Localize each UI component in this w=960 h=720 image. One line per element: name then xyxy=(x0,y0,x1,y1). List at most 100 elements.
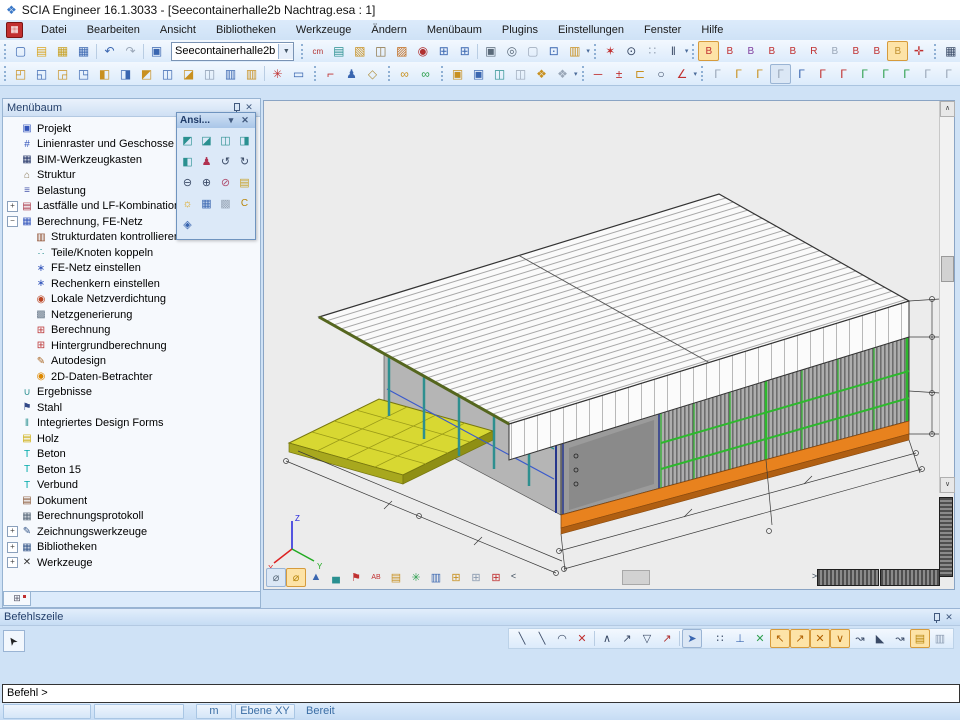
connect-1-icon[interactable]: ⌐ xyxy=(320,64,341,84)
line-red-icon[interactable]: ─ xyxy=(588,64,609,84)
rebar-1-icon[interactable]: B xyxy=(698,41,719,61)
cut-2-icon[interactable]: ◫ xyxy=(199,64,220,84)
menu-ansicht[interactable]: Ansicht xyxy=(150,22,206,38)
zoom-all-icon[interactable]: ▤ xyxy=(235,173,254,192)
snap-ruler-icon[interactable]: ▤ xyxy=(910,629,930,648)
grid-view-2-icon[interactable]: ⊞ xyxy=(466,568,486,587)
zoom-out-icon[interactable]: ⊖ xyxy=(178,173,197,192)
expand-icon[interactable]: + xyxy=(7,526,18,537)
link-5-icon[interactable]: ❖ xyxy=(531,64,552,84)
cursor-mode-button[interactable]: ➤ xyxy=(3,630,25,652)
tree-item-rechenkern-einstellen[interactable]: ∗Rechenkern einstellen xyxy=(5,276,260,292)
export-icon[interactable]: ⊡ xyxy=(543,41,564,61)
snap-v-icon[interactable]: ∨ xyxy=(830,629,850,648)
rotate-left-icon[interactable]: ↺ xyxy=(216,152,235,171)
image-save-icon[interactable]: ▦ xyxy=(197,194,216,213)
chevron-down-icon[interactable]: ▾ xyxy=(224,114,238,127)
box-select-2-icon[interactable]: ◱ xyxy=(31,64,52,84)
tree-item-verbund[interactable]: TVerbund xyxy=(5,478,260,494)
horizontal-scroll-thumb[interactable] xyxy=(622,570,650,585)
tree-item-integriertes-design-forms[interactable]: ‖Integriertes Design Forms xyxy=(5,416,260,432)
star-select-icon[interactable]: ✳ xyxy=(267,64,288,84)
snap-vertex-icon[interactable]: ∧ xyxy=(597,629,617,648)
snap-point-icon[interactable]: ↗ xyxy=(657,629,677,648)
materials-icon[interactable]: ▧ xyxy=(349,41,370,61)
toolbar-overflow-icon[interactable]: ▾ xyxy=(694,70,698,78)
tree-item-werkzeuge[interactable]: +✕Werkzeuge xyxy=(5,555,260,571)
link-3-icon[interactable]: ◫ xyxy=(489,64,510,84)
section-icon[interactable]: ‖ xyxy=(663,41,684,61)
toolbar-grip[interactable] xyxy=(388,66,390,81)
cut-1-icon[interactable]: ◪ xyxy=(178,64,199,84)
tree-item-stahl[interactable]: ⚑Stahl xyxy=(5,400,260,416)
tree-item-ergebnisse[interactable]: ∪Ergebnisse xyxy=(5,385,260,401)
toolbar-grip[interactable] xyxy=(701,66,703,81)
menu-menübaum[interactable]: Menübaum xyxy=(417,22,492,38)
grid-view-1-icon[interactable]: ⊞ xyxy=(446,568,466,587)
image-copy-icon[interactable]: ▩ xyxy=(216,194,235,213)
new-document-icon[interactable]: ▢ xyxy=(10,41,31,61)
box-select-6-icon[interactable]: ◨ xyxy=(115,64,136,84)
grid-snap-icon[interactable]: ∷ xyxy=(710,629,730,648)
tree-item-holz[interactable]: ▤Holz xyxy=(5,431,260,447)
menu-plugins[interactable]: Plugins xyxy=(492,22,548,38)
toolbar-overflow-icon[interactable]: ▾ xyxy=(574,70,578,78)
toolbar-grip[interactable] xyxy=(594,44,596,59)
save-all-icon[interactable]: ▦ xyxy=(52,41,73,61)
support-5-icon[interactable]: Γ xyxy=(791,64,812,84)
expand-icon[interactable]: + xyxy=(7,557,18,568)
crosshair-icon[interactable]: ✛ xyxy=(908,41,929,61)
scroll-left-icon[interactable]: < xyxy=(507,570,520,584)
rebar-2-icon[interactable]: B xyxy=(719,41,740,61)
menu-einstellungen[interactable]: Einstellungen xyxy=(548,22,634,38)
tree-item-netzgenerierung[interactable]: ▩Netzgenerierung xyxy=(5,307,260,323)
toolbar-grip[interactable] xyxy=(301,44,303,59)
chevron-down-icon[interactable]: ▼ xyxy=(278,44,293,59)
dot-grid-icon[interactable]: ∷ xyxy=(642,41,663,61)
toolbar-grip[interactable] xyxy=(4,44,6,59)
support-9-icon[interactable]: Γ xyxy=(875,64,896,84)
clipboard-c-icon[interactable]: C xyxy=(235,194,254,213)
support-10-icon[interactable]: Γ xyxy=(896,64,917,84)
tree-item-hintergrundberechnung[interactable]: ⊞Hintergrundberechnung xyxy=(5,338,260,354)
move-box-icon[interactable]: ▭ xyxy=(288,64,309,84)
menu-datei[interactable]: Datei xyxy=(31,22,77,38)
results-chart-icon[interactable]: ▄ xyxy=(326,568,346,587)
grid-view-3-icon[interactable]: ⊞ xyxy=(486,568,506,587)
snap-off-icon[interactable]: ✕ xyxy=(572,629,592,648)
rebar-4-icon[interactable]: B xyxy=(761,41,782,61)
monitor-icon[interactable]: ▦ xyxy=(940,41,960,61)
link-6-icon[interactable]: ❖ xyxy=(552,64,573,84)
circle-tool-icon[interactable]: ○ xyxy=(651,64,672,84)
snap-x-icon[interactable]: ✕ xyxy=(810,629,830,648)
project-window-icon[interactable]: ▣ xyxy=(146,41,167,61)
save-icon[interactable]: ▦ xyxy=(73,41,94,61)
snap-curve-1-icon[interactable]: ↝ xyxy=(850,629,870,648)
link-1-icon[interactable]: ▣ xyxy=(447,64,468,84)
dim-perp-icon[interactable]: ± xyxy=(609,64,630,84)
tree-item-beton-15[interactable]: TBeton 15 xyxy=(5,462,260,478)
box-select-4-icon[interactable]: ◳ xyxy=(73,64,94,84)
typewriter-icon[interactable]: ▤ xyxy=(386,568,406,587)
snap-corner-icon[interactable]: ◣ xyxy=(870,629,890,648)
rebar-7-icon[interactable]: B xyxy=(824,41,845,61)
light-icon[interactable]: ☼ xyxy=(178,194,197,213)
menu-bibliotheken[interactable]: Bibliotheken xyxy=(206,22,286,38)
snap-nw-icon[interactable]: ↖ xyxy=(770,629,790,648)
command-input[interactable]: Befehl > xyxy=(2,684,960,703)
tree-item-bibliotheken[interactable]: +▦Bibliotheken xyxy=(5,540,260,556)
zoom-window-icon[interactable]: ⊘ xyxy=(216,173,235,192)
tree-item-2d-daten-betrachter[interactable]: ◉2D-Daten-Betrachter xyxy=(5,369,260,385)
redo-icon[interactable]: ↷ xyxy=(120,41,141,61)
tree-item-berechnungsprotokoll[interactable]: ▦Berechnungsprotokoll xyxy=(5,509,260,525)
clip-back-icon[interactable]: ⌀ xyxy=(286,568,306,587)
expand-icon[interactable]: + xyxy=(7,201,18,212)
rebar-9-icon[interactable]: B xyxy=(866,41,887,61)
tree-item-lokale-netzverdichtung[interactable]: ◉Lokale Netzverdichtung xyxy=(5,292,260,308)
layers-icon[interactable]: ▤ xyxy=(328,41,349,61)
box-select-3-icon[interactable]: ◲ xyxy=(52,64,73,84)
tree-item-berechnung[interactable]: ⊞Berechnung xyxy=(5,323,260,339)
book-view-icon[interactable]: ▥ xyxy=(426,568,446,587)
box-select-7-icon[interactable]: ◩ xyxy=(136,64,157,84)
snap-triangle-icon[interactable]: ▽ xyxy=(637,629,657,648)
